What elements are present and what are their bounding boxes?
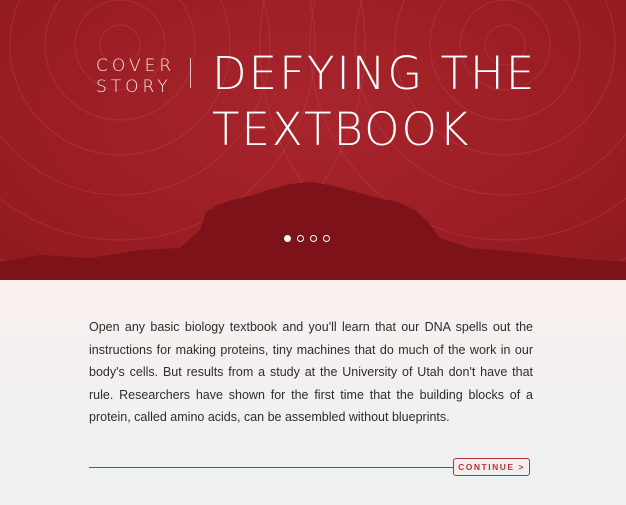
slide-dot-2[interactable] (297, 235, 304, 242)
mountain-silhouette (0, 182, 626, 280)
slide-dot-1[interactable] (284, 235, 291, 242)
title-divider (190, 58, 191, 88)
continue-button[interactable]: CONTINUE > (453, 458, 530, 476)
continue-rule (89, 467, 453, 468)
article-body: Open any basic biology textbook and you'… (89, 320, 533, 424)
cover-label-line1: COVER (96, 56, 176, 76)
hero-banner: COVER STORY DEFYING THE TEXTBOOK (0, 0, 626, 280)
slide-indicator (284, 235, 330, 242)
page-title: DEFYING THE TEXTBOOK (212, 47, 537, 156)
slide-dot-4[interactable] (323, 235, 330, 242)
slide-dot-3[interactable] (310, 235, 317, 242)
cover-story-label: COVER STORY (96, 56, 175, 98)
cover-label-line2: STORY (96, 77, 172, 97)
article-section: Open any basic biology textbook and you'… (0, 280, 626, 505)
